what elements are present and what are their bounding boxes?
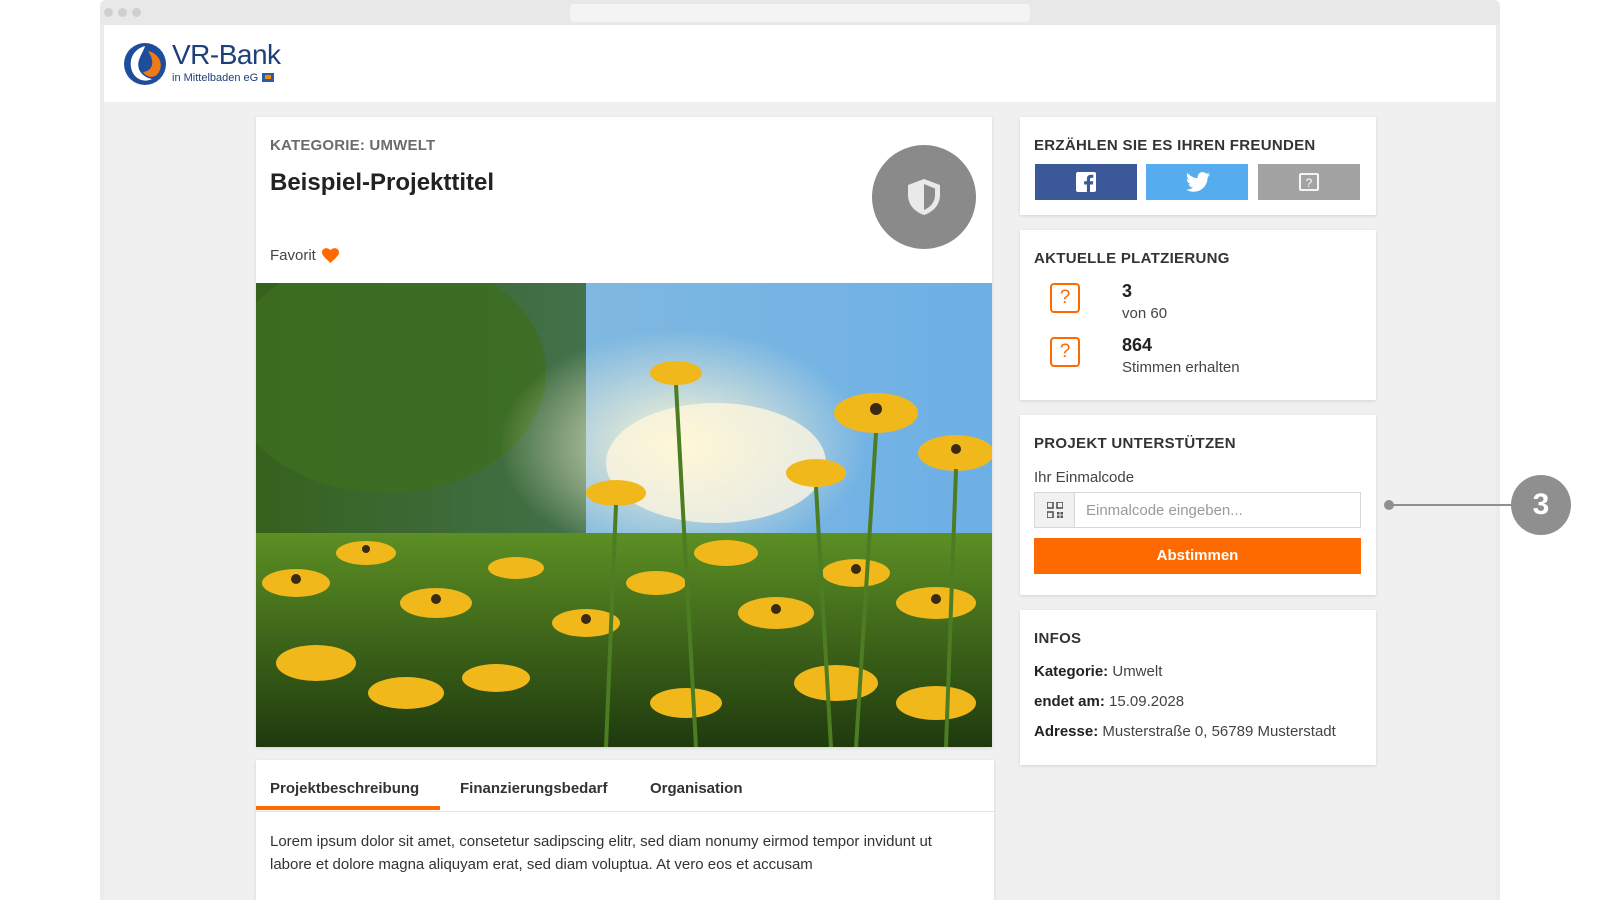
vote-count: 864 (1122, 335, 1153, 355)
category-badge (872, 145, 976, 249)
project-description: Lorem ipsum dolor sit amet, consetetur s… (270, 833, 932, 873)
question-icon: ? (1050, 337, 1080, 367)
ranking-heading: AKTUELLE PLATZIERUNG (1034, 250, 1230, 267)
code-field (1034, 492, 1361, 528)
code-input[interactable] (1076, 493, 1360, 527)
question-icon: ? (1299, 173, 1319, 191)
tab-organisation[interactable]: Organisation (650, 780, 743, 797)
project-image (256, 283, 992, 747)
info-key: endet am: (1034, 693, 1105, 710)
code-field-label: Ihr Einmalcode (1034, 469, 1135, 486)
browser-title-bar (100, 0, 1500, 25)
tab-finanzierungsbedarf[interactable]: Finanzierungsbedarf (460, 780, 608, 797)
share-heading: ERZÄHLEN SIE ES IHREN FREUNDEN (1034, 137, 1316, 154)
project-tabs-card: Projektbeschreibung Finanzierungsbedarf … (256, 760, 994, 900)
volksbank-mini-logo-icon (262, 73, 275, 82)
tab-projektbeschreibung[interactable]: Projektbeschreibung (270, 780, 419, 797)
active-tab-indicator (256, 806, 440, 810)
vote-count-label: Stimmen erhalten (1122, 359, 1240, 376)
ranking-card: AKTUELLE PLATZIERUNG ? 3 von 60 ? 864 St… (1020, 230, 1376, 400)
share-card: ERZÄHLEN SIE ES IHREN FREUNDEN ? (1020, 117, 1376, 215)
shield-icon (908, 179, 940, 215)
info-card: INFOS Kategorie: Umwelt endet am: 15.09.… (1020, 610, 1376, 765)
project-title: Beispiel-Projekttitel (270, 169, 495, 196)
site: VR-Bank in Mittelbaden eG KATEGORIE: UMW… (104, 25, 1496, 900)
window-dot (132, 8, 141, 17)
project-card: KATEGORIE: UMWELT Beispiel-Projekttitel … (256, 117, 992, 747)
facebook-icon (1076, 172, 1096, 193)
brand-name: VR-Bank (172, 39, 281, 70)
question-icon: ? (1050, 283, 1080, 313)
project-category: KATEGORIE: UMWELT (270, 137, 436, 154)
brand-subtitle-text: in Mittelbaden eG (172, 72, 259, 84)
info-value: Umwelt (1112, 663, 1163, 680)
info-key: Adresse: (1034, 723, 1099, 740)
brand-subtitle: in Mittelbaden eG (172, 72, 275, 84)
info-value: Musterstraße 0, 56789 Musterstadt (1102, 723, 1336, 740)
vr-bank-logo-icon (124, 43, 166, 85)
tabs-divider (256, 811, 994, 812)
browser-window: VR-Bank in Mittelbaden eG KATEGORIE: UMW… (100, 0, 1500, 900)
twitter-icon (1186, 172, 1210, 192)
support-card: PROJEKT UNTERSTÜTZEN Ihr Einmalcode Abst… (1020, 415, 1376, 595)
callout-line (1390, 504, 1520, 506)
site-header: VR-Bank in Mittelbaden eG (104, 25, 1496, 102)
share-other-button[interactable]: ? (1258, 164, 1360, 200)
info-key: Kategorie: (1034, 663, 1109, 680)
info-row-address: Adresse: Musterstraße 0, 56789 Mustersta… (1034, 723, 1336, 740)
info-row-category: Kategorie: Umwelt (1034, 663, 1162, 680)
ranking-position: 3 (1122, 281, 1133, 301)
yellow-flowers-photo (256, 283, 992, 747)
share-twitter-button[interactable] (1146, 164, 1248, 200)
qr-code-icon (1035, 493, 1075, 527)
window-dot (104, 8, 113, 17)
callout-number-badge: 3 (1511, 475, 1571, 535)
heart-icon[interactable] (321, 248, 339, 263)
info-value: 15.09.2028 (1109, 693, 1185, 710)
svg-text:?: ? (1306, 176, 1313, 190)
vote-button[interactable]: Abstimmen (1034, 538, 1361, 574)
favorite-toggle[interactable]: Favorit (270, 247, 339, 264)
qr-code-glyph (1047, 502, 1063, 518)
info-row-end-date: endet am: 15.09.2028 (1034, 693, 1184, 710)
brand-logo[interactable]: VR-Bank in Mittelbaden eG (122, 39, 292, 89)
ranking-position-label: von 60 (1122, 305, 1168, 322)
window-dot (118, 8, 127, 17)
address-bar[interactable] (570, 4, 1030, 22)
callout-dot (1384, 500, 1394, 510)
favorite-label: Favorit (270, 247, 316, 264)
share-facebook-button[interactable] (1035, 164, 1137, 200)
support-heading: PROJEKT UNTERSTÜTZEN (1034, 435, 1236, 452)
info-heading: INFOS (1034, 630, 1082, 647)
